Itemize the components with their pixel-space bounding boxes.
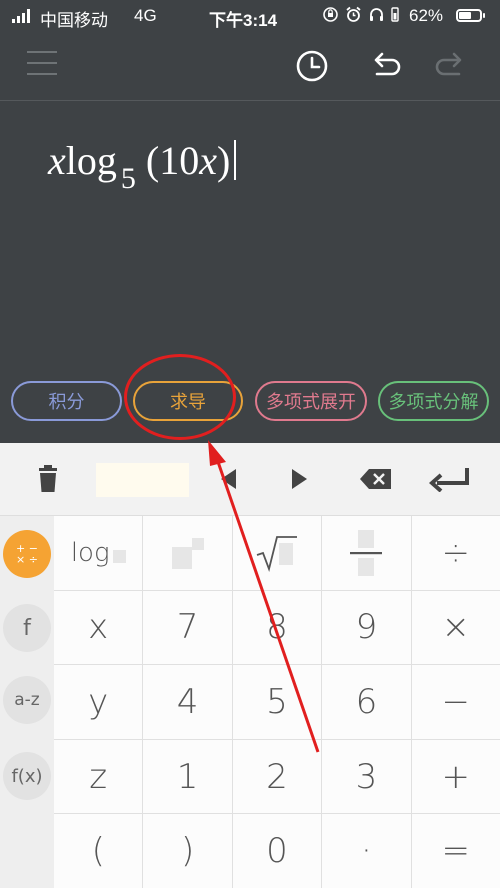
expr-variable: x: [48, 138, 66, 183]
menu-icon[interactable]: [27, 51, 57, 77]
fx-mode-button[interactable]: f(x): [3, 752, 51, 800]
battery-fill: [459, 12, 472, 19]
edit-bar: [0, 443, 500, 516]
expr-function: log: [65, 138, 117, 183]
key-power[interactable]: [143, 516, 232, 590]
battery-icon: [456, 9, 485, 22]
key-sqrt[interactable]: [232, 516, 322, 590]
key-8[interactable]: 8: [232, 590, 322, 665]
carrier-name: 中国移动: [40, 11, 108, 30]
expr-open-paren: (: [145, 138, 160, 183]
sqrt-icon: [256, 535, 297, 572]
basic-mode-bottom-label: × ÷: [16, 553, 38, 566]
battery-small-icon: [391, 7, 399, 22]
trash-button[interactable]: [18, 443, 78, 515]
key-2[interactable]: 2: [232, 739, 322, 814]
key-plus[interactable]: +: [411, 739, 500, 814]
key-multiply[interactable]: ×: [411, 590, 500, 665]
cursor-right-icon: [292, 469, 307, 489]
polynomial-factor-button[interactable]: 多项式分解: [378, 381, 489, 421]
key-9[interactable]: 9: [322, 590, 411, 665]
expr-base: 5: [120, 162, 136, 195]
key-4[interactable]: 4: [143, 665, 232, 739]
key-close-paren[interactable]: ): [143, 814, 232, 888]
battery-percent: 62%: [409, 6, 444, 25]
status-bar: 中国移动 4G 下午3:14 62%: [0, 0, 500, 32]
key-equals[interactable]: =: [411, 814, 500, 888]
key-log-label: log: [70, 537, 110, 568]
key-x[interactable]: x: [54, 590, 143, 665]
backspace-button[interactable]: [346, 443, 406, 515]
power-base-icon: [171, 546, 192, 569]
action-bar: 积分 求导 多项式展开 多项式分解: [0, 377, 500, 425]
history-clock-icon[interactable]: [292, 46, 332, 86]
expression: xlog 5 (10x): [48, 137, 237, 195]
headphones-icon: [370, 8, 383, 21]
enter-button[interactable]: [420, 443, 480, 515]
expr-close-paren: ): [216, 138, 231, 183]
alphabet-mode-button[interactable]: a-z: [3, 676, 51, 724]
alarm-icon: [346, 6, 361, 22]
backspace-icon: [360, 469, 391, 489]
key-open-paren[interactable]: (: [54, 814, 143, 888]
redo-icon[interactable]: [430, 46, 470, 86]
cursor-right-button[interactable]: [270, 443, 330, 515]
status-time: 下午3:14: [209, 11, 278, 30]
key-z[interactable]: z: [54, 739, 143, 814]
key-log[interactable]: log: [54, 516, 143, 590]
signal-icon: [12, 9, 30, 23]
input-placeholder-box: [96, 463, 189, 497]
key-6[interactable]: 6: [322, 665, 411, 739]
trash-icon: [39, 465, 57, 492]
key-divide[interactable]: ÷: [411, 516, 500, 590]
expression-display[interactable]: xlog 5 (10x): [0, 101, 500, 371]
keypad: log ÷ x 7 8 9 × y 4 5 6 − z 1 2 3 + ( ) …: [54, 516, 500, 888]
cursor-left-icon: [221, 469, 236, 489]
fraction-icon: [350, 529, 383, 576]
key-7[interactable]: 7: [143, 590, 232, 665]
function-mode-button[interactable]: f: [3, 604, 51, 652]
cursor-left-button[interactable]: [198, 443, 258, 515]
power-exponent-icon: [191, 537, 204, 550]
integral-button[interactable]: 积分: [11, 381, 122, 421]
network-type: 4G: [134, 6, 157, 25]
key-minus[interactable]: −: [411, 665, 500, 739]
enter-icon: [429, 468, 469, 492]
key-5[interactable]: 5: [232, 665, 322, 739]
orientation-lock-icon: [323, 7, 338, 22]
toolbar: [0, 32, 500, 101]
text-cursor: [234, 140, 237, 180]
undo-icon[interactable]: [366, 46, 406, 86]
keyboard-mode-sidebar: + − × ÷ f a-z f(x): [0, 516, 54, 888]
key-decimal-point[interactable]: ·: [322, 814, 411, 888]
key-1[interactable]: 1: [143, 739, 232, 814]
expr-coefficient: 10: [159, 138, 200, 183]
key-fraction[interactable]: [322, 516, 411, 590]
key-y[interactable]: y: [54, 665, 143, 739]
expr-variable-2: x: [199, 138, 217, 183]
polynomial-expand-button[interactable]: 多项式展开: [255, 381, 367, 421]
basic-operators-mode-button[interactable]: + − × ÷: [3, 530, 51, 578]
derivative-button[interactable]: 求导: [133, 381, 243, 421]
key-0[interactable]: 0: [232, 814, 322, 888]
key-3[interactable]: 3: [322, 739, 411, 814]
